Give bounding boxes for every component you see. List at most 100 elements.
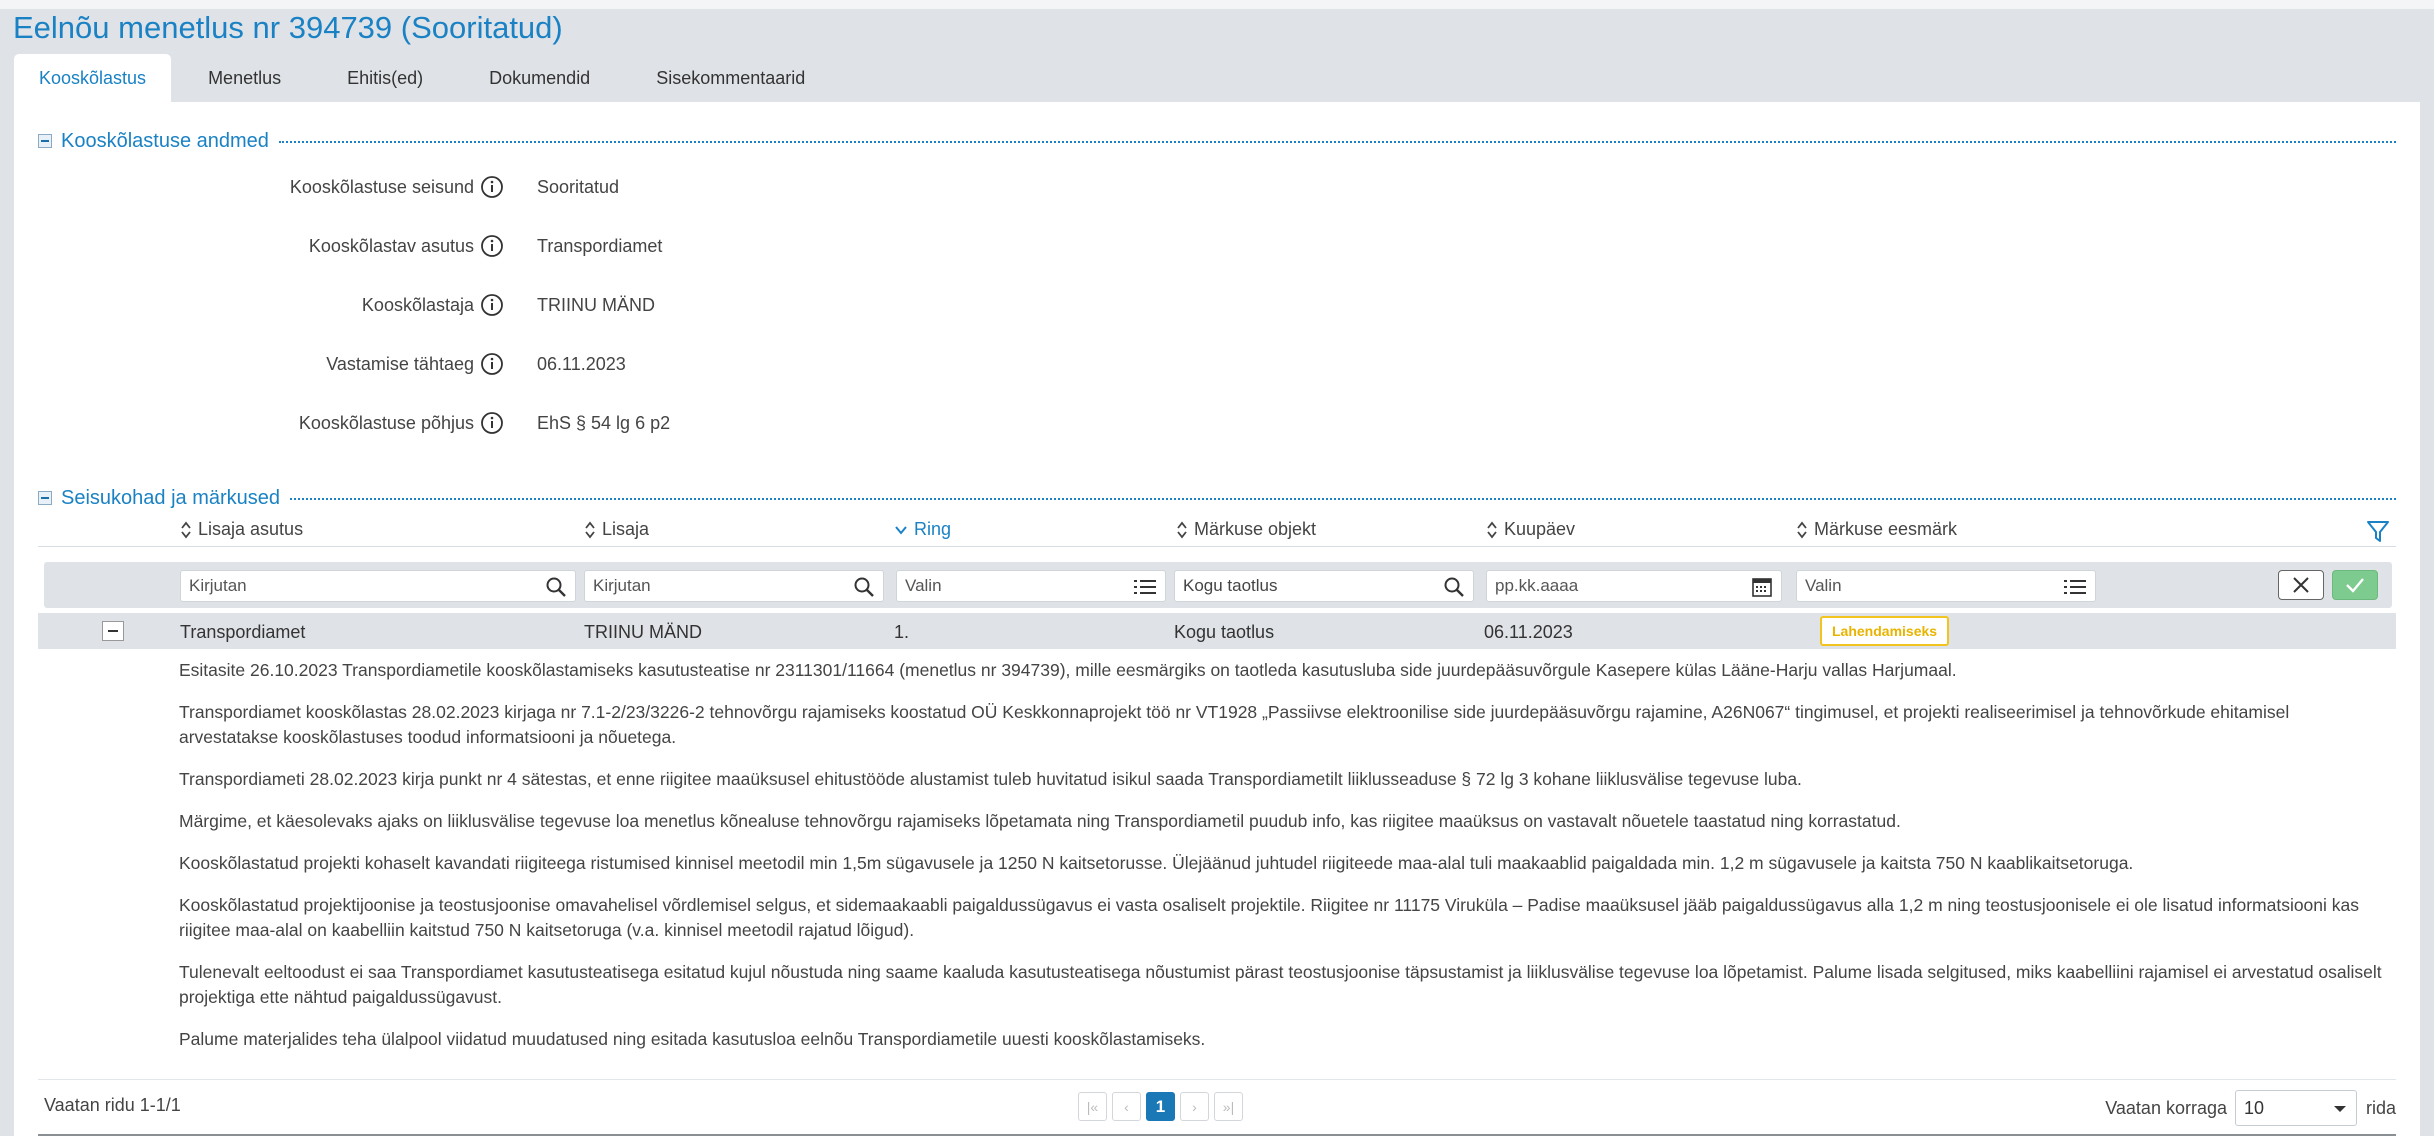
content-panel: Kooskõlastuse andmed Kooskõlastuse seisu… (14, 102, 2420, 1136)
table-row[interactable]: Transpordiamet TRIINU MÄND 1. Kogu taotl… (38, 613, 2396, 649)
comment-paragraph: Märgime, et käesolevaks ajaks on liiklus… (179, 811, 1901, 831)
col-head-label: Lisaja (602, 519, 650, 539)
comment-paragraph: Tulenevalt eeltoodust ei saa Transpordia… (179, 962, 2382, 1007)
per-page: Vaatan korraga 10 rida (2105, 1090, 2396, 1126)
pagination: |« ‹ 1 › »| (1078, 1092, 1248, 1121)
info-icon[interactable] (480, 411, 504, 435)
sort-icon (585, 521, 595, 538)
field-label: Kooskõlastaja (361, 294, 474, 315)
col-head-markuse-objekt[interactable]: Märkuse objekt (1176, 519, 1316, 540)
comment-text: Esitasite 26.10.2023 Transpordiametile k… (179, 658, 2389, 1069)
search-icon[interactable] (545, 576, 567, 598)
col-head-label: Kuupäev (1504, 519, 1576, 539)
filter-ring-select[interactable] (897, 571, 1165, 601)
next-page-button[interactable]: › (1180, 1092, 1209, 1121)
page-button-current[interactable]: 1 (1146, 1092, 1175, 1121)
list-icon[interactable] (2063, 576, 2087, 598)
top-strip (0, 0, 2434, 9)
section-title: Seisukohad ja märkused (61, 486, 281, 509)
tab-dokumendid[interactable]: Dokumendid (464, 54, 615, 102)
calendar-icon[interactable] (1751, 576, 1773, 598)
col-head-kuupaev[interactable]: Kuupäev (1486, 519, 1575, 540)
collapse-section-icon[interactable] (38, 134, 52, 148)
field-pohjus: Kooskõlastuse põhjus EhS § 54 lg 6 p2 (14, 408, 1214, 438)
cell-kuupaev: 06.11.2023 (1484, 622, 1573, 642)
sort-desc-icon (895, 525, 907, 535)
filter-lisaja-asutus (180, 570, 576, 602)
col-head-label: Märkuse objekt (1194, 519, 1317, 539)
status-badge: Lahendamiseks (1820, 616, 1950, 646)
info-icon[interactable] (480, 234, 504, 258)
sort-icon (1177, 521, 1187, 538)
field-value: 06.11.2023 (537, 353, 626, 374)
filter-icon[interactable] (2366, 519, 2390, 545)
comment-paragraph: Transpordiameti 28.02.2023 kirja punkt n… (179, 769, 1802, 789)
tab-sisekommentaarid[interactable]: Sisekommentaarid (631, 54, 830, 102)
section-divider (278, 141, 2396, 143)
col-head-label: Märkuse eesmärk (1814, 519, 1958, 539)
section-seisukohad: Seisukohad ja märkused (38, 483, 2396, 513)
pager-bar: Vaatan ridu 1-1/1 |« ‹ 1 › »| Vaatan kor… (38, 1079, 2396, 1136)
info-icon[interactable] (480, 352, 504, 376)
sort-icon (181, 521, 191, 538)
filter-row (44, 562, 2392, 608)
search-icon[interactable] (853, 576, 875, 598)
collapse-section-icon[interactable] (38, 491, 52, 505)
comment-paragraph: Kooskõlastatud projektijoonise ja teostu… (179, 895, 2360, 940)
filter-kuupaev-input[interactable] (1487, 571, 1781, 601)
col-head-lisaja-asutus[interactable]: Lisaja asutus (180, 519, 303, 540)
field-value: EhS § 54 lg 6 p2 (537, 412, 671, 433)
comment-paragraph: Kooskõlastatud projekti kohaselt kavanda… (179, 853, 2134, 873)
prev-page-button[interactable]: ‹ (1112, 1092, 1141, 1121)
col-head-lisaja[interactable]: Lisaja (584, 519, 649, 540)
cell-lisaja: TRIINU MÄND (584, 622, 702, 642)
filter-lisaja-input[interactable] (585, 571, 883, 601)
col-head-markuse-eesmark[interactable]: Märkuse eesmärk (1796, 519, 1957, 540)
field-label: Kooskõlastuse seisund (289, 176, 474, 197)
clear-filter-button[interactable] (2278, 570, 2324, 600)
field-seisund: Kooskõlastuse seisund Sooritatud (14, 172, 1214, 202)
comment-paragraph: Transpordiamet kooskõlastas 28.02.2023 k… (179, 702, 2290, 747)
tab-ehitised[interactable]: Ehitis(ed) (322, 54, 448, 102)
tab-menetlus[interactable]: Menetlus (183, 54, 306, 102)
search-icon[interactable] (1443, 576, 1465, 598)
sort-icon (1797, 521, 1807, 538)
section-title: Kooskõlastuse andmed (61, 129, 269, 152)
list-icon[interactable] (1133, 576, 1157, 598)
section-kooskolastuse-andmed: Kooskõlastuse andmed (38, 126, 2396, 156)
page-title: Eelnõu menetlus nr 394739 (Sooritatud) (13, 10, 563, 45)
field-value: Sooritatud (537, 176, 620, 197)
filter-ring (896, 570, 1166, 602)
field-label: Kooskõlastav asutus (308, 235, 474, 256)
tab-kooskolastus[interactable]: Kooskõlastus (14, 54, 172, 102)
tab-bar: Kooskõlastus Menetlus Ehitis(ed) Dokumen… (14, 54, 830, 102)
filter-lisaja-asutus-input[interactable] (181, 571, 575, 601)
info-icon[interactable] (480, 293, 504, 317)
per-page-select[interactable]: 10 (2234, 1090, 2357, 1126)
col-head-label: Ring (914, 519, 952, 539)
close-icon (2293, 577, 2309, 593)
col-head-ring[interactable]: Ring (894, 519, 951, 540)
apply-filter-button[interactable] (2332, 570, 2378, 600)
filter-kuupaev (1486, 570, 1782, 602)
field-label: Kooskõlastuse põhjus (298, 412, 474, 433)
filter-markuse-objekt-input[interactable] (1175, 571, 1473, 601)
caret-down-icon (2333, 1106, 2346, 1112)
collapse-row-icon[interactable] (102, 621, 124, 641)
first-page-button[interactable]: |« (1078, 1092, 1107, 1121)
filter-markuse-objekt (1174, 570, 1474, 602)
field-value: TRIINU MÄND (537, 294, 655, 315)
comment-paragraph: Palume materjalides teha ülalpool viidat… (179, 1029, 1206, 1049)
filter-markuse-eesmark (1796, 570, 2096, 602)
section-divider (290, 498, 2396, 500)
cell-lisaja-asutus: Transpordiamet (180, 622, 306, 642)
field-label: Vastamise tähtaeg (326, 353, 474, 374)
per-page-value: 10 (2243, 1098, 2265, 1118)
info-icon[interactable] (480, 175, 504, 199)
filter-markuse-eesmark-select[interactable] (1797, 571, 2095, 601)
per-page-suffix: rida (2365, 1097, 2396, 1118)
last-page-button[interactable]: »| (1214, 1092, 1243, 1121)
cell-ring: 1. (894, 622, 910, 642)
field-kooskolastaja: Kooskõlastaja TRIINU MÄND (14, 290, 1214, 320)
per-page-label: Vaatan korraga (2105, 1097, 2227, 1118)
